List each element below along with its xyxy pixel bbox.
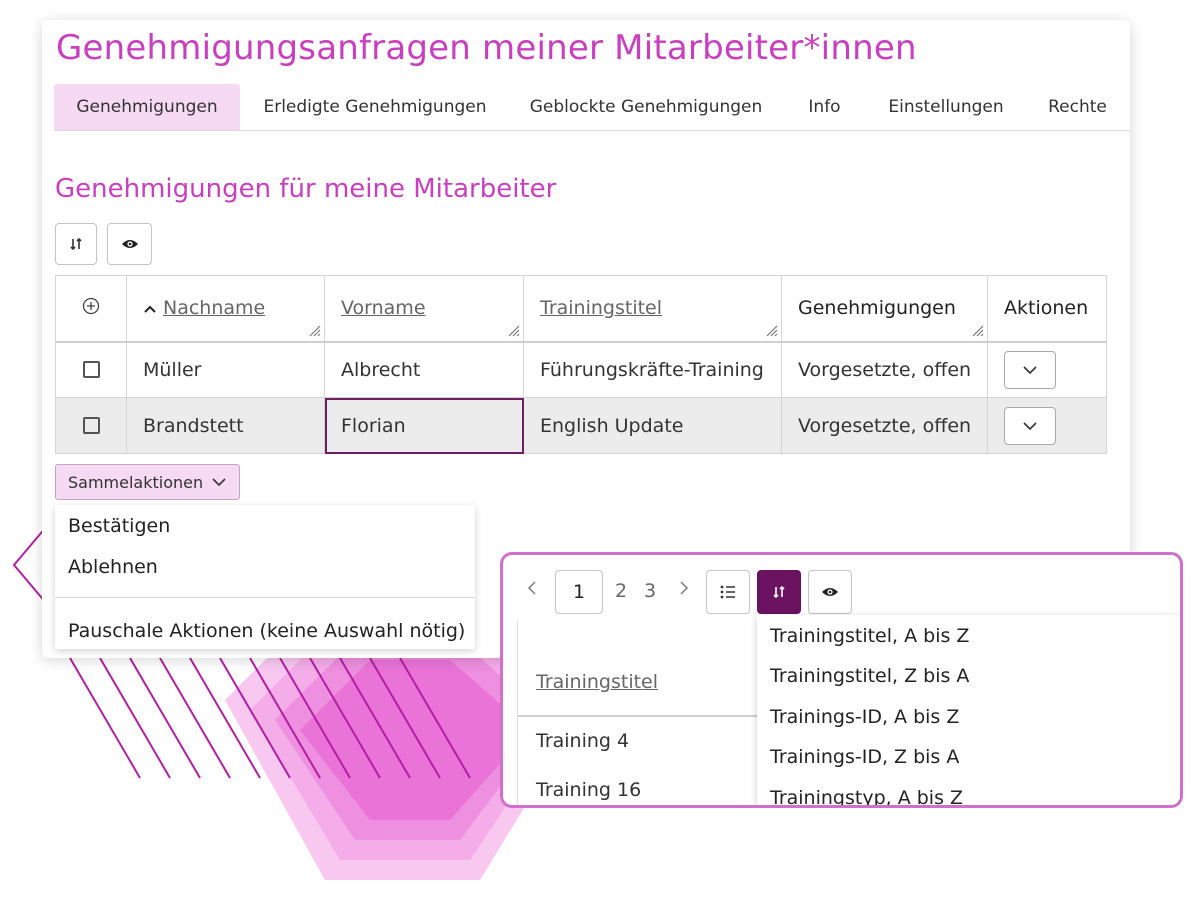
cell-nachname: Müller	[126, 341, 325, 398]
table-header-row: Nachname Vorname Trainingstitel Genehmig…	[55, 275, 1107, 343]
chevron-down-icon	[212, 478, 226, 487]
bulk-actions-button[interactable]: Sammelaktionen	[55, 464, 240, 500]
pagination-page-3[interactable]: 3	[644, 580, 656, 602]
pagination-prev[interactable]	[527, 579, 537, 601]
column-header-trainingstitel[interactable]: Trainingstitel	[523, 275, 782, 343]
pagination-next[interactable]	[679, 579, 689, 601]
row-actions-dropdown[interactable]	[1004, 406, 1056, 445]
menu-item-pauschale-aktionen[interactable]: Pauschale Aktionen (keine Auswahl nötig)	[68, 620, 465, 642]
expand-all-header[interactable]	[55, 275, 127, 343]
sort-button[interactable]	[55, 223, 97, 265]
cell-aktionen	[987, 397, 1107, 454]
cell-trainingstitel: Führungskräfte-Training	[523, 341, 782, 398]
row-checkbox[interactable]	[82, 361, 100, 379]
approvals-table: Nachname Vorname Trainingstitel Genehmig…	[55, 275, 1107, 454]
chevron-left-icon	[527, 581, 536, 595]
eye-icon	[121, 240, 138, 248]
column-label-trainingstitel[interactable]: Trainingstitel	[540, 297, 662, 319]
menu-divider	[55, 597, 475, 598]
section-title: Genehmigungen für meine Mitarbeiter	[55, 174, 557, 204]
column-header-vorname[interactable]: Vorname	[324, 275, 524, 343]
table-row: Müller Albrecht Führungskräfte-Training …	[55, 341, 1107, 398]
cell-nachname: Brandstett	[126, 397, 325, 454]
column-label-vorname[interactable]: Vorname	[341, 297, 426, 319]
menu-item-ablehnen[interactable]: Ablehnen	[68, 556, 158, 578]
resize-handle-icon[interactable]	[508, 325, 520, 337]
sort-option[interactable]: Trainingstyp, A bis Z	[770, 787, 963, 805]
chevron-up-icon	[144, 305, 156, 313]
sort-option[interactable]: Trainings-ID, A bis Z	[770, 706, 959, 728]
column-label-genehmigungen: Genehmigungen	[798, 297, 956, 320]
column-header-nachname[interactable]: Nachname	[126, 275, 325, 343]
menu-item-bestaetigen[interactable]: Bestätigen	[68, 515, 170, 537]
sort-option[interactable]: Trainingstitel, A bis Z	[770, 625, 969, 647]
tab-erledigte-genehmigungen[interactable]: Erledigte Genehmigungen	[240, 84, 510, 130]
cell-vorname: Albrecht	[324, 341, 524, 398]
pagination-current-page[interactable]: 1	[555, 570, 603, 614]
page-title: Genehmigungsanfragen meiner Mitarbeiter*…	[56, 28, 917, 68]
eye-icon	[822, 588, 838, 596]
tab-einstellungen[interactable]: Einstellungen	[867, 84, 1025, 130]
sort-option[interactable]: Trainings-ID, Z bis A	[770, 746, 959, 768]
bulk-actions-menu: Bestätigen Ablehnen Pauschale Aktionen (…	[55, 505, 475, 649]
zoom-overlay: 1 2 3 Trainingstitel Training 4 Training…	[500, 552, 1183, 808]
list-icon	[720, 585, 735, 599]
column-header-aktionen: Aktionen	[987, 275, 1107, 343]
view-button[interactable]	[808, 570, 852, 614]
list-view-button[interactable]	[706, 570, 750, 614]
sort-options-menu: Trainingstitel, A bis Z Trainingstitel, …	[757, 615, 1180, 805]
chevron-right-icon	[680, 581, 689, 595]
cell-genehmigungen: Vorgesetzte, offen	[781, 397, 988, 454]
table-row: Brandstett Florian English Update Vorges…	[55, 397, 1107, 454]
sort-option[interactable]: Trainingstitel, Z bis A	[770, 665, 969, 687]
plus-circle-icon	[82, 297, 100, 314]
column-label-trainingstitel[interactable]: Trainingstitel	[536, 671, 658, 693]
list-item: Training 4	[536, 730, 630, 752]
sort-icon	[70, 237, 82, 251]
cell-trainingstitel: English Update	[523, 397, 782, 454]
chevron-down-icon	[1023, 421, 1037, 430]
tab-rechte[interactable]: Rechte	[1025, 84, 1130, 130]
chevron-down-icon	[1023, 366, 1037, 374]
tab-geblockte-genehmigungen[interactable]: Geblockte Genehmigungen	[510, 84, 782, 130]
pagination-page-2[interactable]: 2	[615, 580, 627, 602]
cell-aktionen	[987, 341, 1107, 398]
view-button[interactable]	[107, 223, 152, 265]
tab-info[interactable]: Info	[782, 84, 867, 130]
resize-handle-icon[interactable]	[766, 325, 778, 337]
row-checkbox-cell[interactable]	[55, 341, 127, 398]
row-actions-dropdown[interactable]	[1004, 350, 1056, 389]
cell-vorname[interactable]: Florian	[324, 397, 524, 454]
list-item: Training 16	[536, 779, 642, 801]
tab-bar: Genehmigungen Erledigte Genehmigungen Ge…	[54, 84, 1130, 131]
resize-handle-icon[interactable]	[972, 325, 984, 337]
tab-genehmigungen[interactable]: Genehmigungen	[54, 84, 240, 130]
sort-icon	[773, 585, 785, 599]
row-checkbox[interactable]	[82, 417, 100, 434]
row-checkbox-cell[interactable]	[55, 397, 127, 454]
resize-handle-icon[interactable]	[309, 325, 321, 337]
column-header-genehmigungen: Genehmigungen	[781, 275, 988, 343]
cell-genehmigungen: Vorgesetzte, offen	[781, 341, 988, 398]
bulk-actions-label: Sammelaktionen	[68, 472, 204, 492]
column-label-aktionen: Aktionen	[1004, 297, 1089, 320]
column-label-nachname[interactable]: Nachname	[163, 297, 265, 319]
sort-button-active[interactable]	[757, 570, 801, 614]
